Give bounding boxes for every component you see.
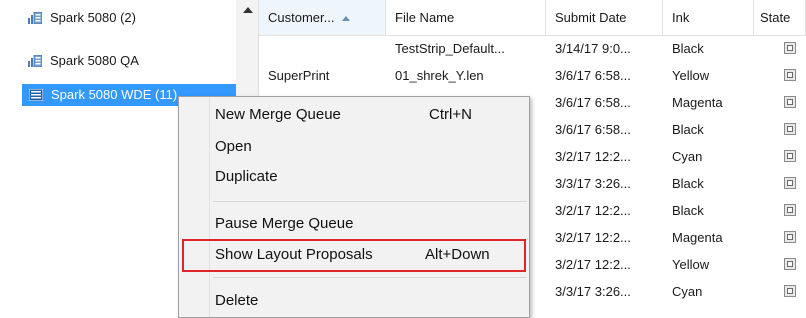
menu-separator — [213, 277, 527, 278]
column-header-file-name[interactable]: File Name — [386, 0, 546, 36]
cell-ink: Black — [672, 203, 704, 218]
state-icon — [784, 285, 796, 297]
cell-ink: Cyan — [672, 149, 703, 164]
column-header-label: File Name — [395, 10, 455, 25]
menu-item-label: Open — [215, 138, 252, 155]
state-icon — [784, 123, 796, 135]
cell-ink: Cyan — [672, 284, 703, 299]
menu-item-shortcut: Ctrl+N — [429, 106, 472, 123]
cell-customer: SuperPrint — [268, 68, 330, 83]
column-header-submit-date[interactable]: Submit Date — [546, 0, 663, 36]
menu-item-label: New Merge Queue — [215, 106, 341, 123]
state-icon — [784, 69, 796, 81]
table-row[interactable]: SuperPrint 01_shrek_Y.len 3/6/17 6:58... Ye… — [259, 64, 806, 87]
column-header-label: Ink — [672, 10, 690, 25]
menu-item-label: Delete — [215, 292, 259, 309]
column-header-state[interactable]: State — [754, 0, 806, 36]
cell-submit-date: 3/6/17 6:58... — [555, 95, 631, 110]
menu-item-delete[interactable]: Delete — [215, 288, 515, 314]
menu-item-new-merge-queue[interactable]: New Merge Queue Ctrl+N — [215, 102, 515, 128]
state-icon — [784, 150, 796, 162]
cell-ink: Yellow — [672, 68, 710, 83]
cell-submit-date: 3/2/17 12:2... — [555, 257, 631, 272]
cell-submit-date: 3/6/17 6:58... — [555, 68, 631, 83]
cell-submit-date: 3/6/17 6:58... — [555, 122, 631, 137]
highlight-annotation — [182, 239, 526, 272]
cell-submit-date: 3/2/17 12:2... — [555, 149, 631, 164]
cell-ink: Black — [672, 41, 704, 56]
cell-ink: Yellow — [672, 257, 710, 272]
cell-file-name: TestStrip_Default... — [395, 41, 505, 56]
context-menu: New Merge Queue Ctrl+N Open Duplicate Pa… — [178, 96, 530, 318]
menu-item-duplicate[interactable]: Duplicate — [215, 164, 515, 190]
state-icon — [784, 258, 796, 270]
menu-item-label: Pause Merge Queue — [215, 215, 354, 232]
cell-file-name: 01_shrek_Y.len — [395, 68, 484, 83]
menu-separator — [213, 201, 527, 202]
menu-icon-gutter — [179, 97, 210, 317]
cell-submit-date: 3/14/17 9:0... — [555, 41, 631, 56]
table-row[interactable]: TestStrip_Default... 3/14/17 9:0... Black — [259, 37, 806, 60]
cell-customer — [268, 37, 383, 60]
column-header-label: Submit Date — [555, 10, 627, 25]
tree-item-label: Spark 5080 QA — [50, 53, 139, 68]
cell-submit-date: 3/2/17 12:2... — [555, 203, 631, 218]
cell-submit-date: 3/2/17 12:2... — [555, 230, 631, 245]
sort-ascending-icon — [342, 16, 351, 22]
cell-ink: Black — [672, 122, 704, 137]
tree-item-label: Spark 5080 WDE (11) — [51, 87, 178, 102]
menu-item-pause-merge-queue[interactable]: Pause Merge Queue — [215, 211, 515, 237]
state-icon — [784, 177, 796, 189]
column-header-label: Customer... — [268, 10, 335, 25]
state-icon — [784, 96, 796, 108]
state-icon — [784, 204, 796, 216]
scroll-up-icon[interactable] — [243, 7, 253, 13]
cell-ink: Magenta — [672, 230, 723, 245]
column-header-label: State — [760, 10, 791, 25]
printer-queue-icon — [29, 89, 43, 101]
state-icon — [784, 42, 796, 54]
cell-ink: Black — [672, 176, 704, 191]
printer-queue-icon — [28, 12, 42, 24]
printer-queue-icon — [28, 55, 42, 67]
menu-item-open[interactable]: Open — [215, 134, 515, 160]
column-header-ink[interactable]: Ink — [663, 0, 754, 36]
cell-submit-date: 3/3/17 3:26... — [555, 176, 631, 191]
tree-item-label: Spark 5080 (2) — [50, 10, 136, 25]
column-header-customer[interactable]: Customer... — [259, 0, 386, 36]
cell-submit-date: 3/3/17 3:26... — [555, 284, 631, 299]
menu-item-label: Duplicate — [215, 168, 278, 185]
cell-ink: Magenta — [672, 95, 723, 110]
state-icon — [784, 231, 796, 243]
